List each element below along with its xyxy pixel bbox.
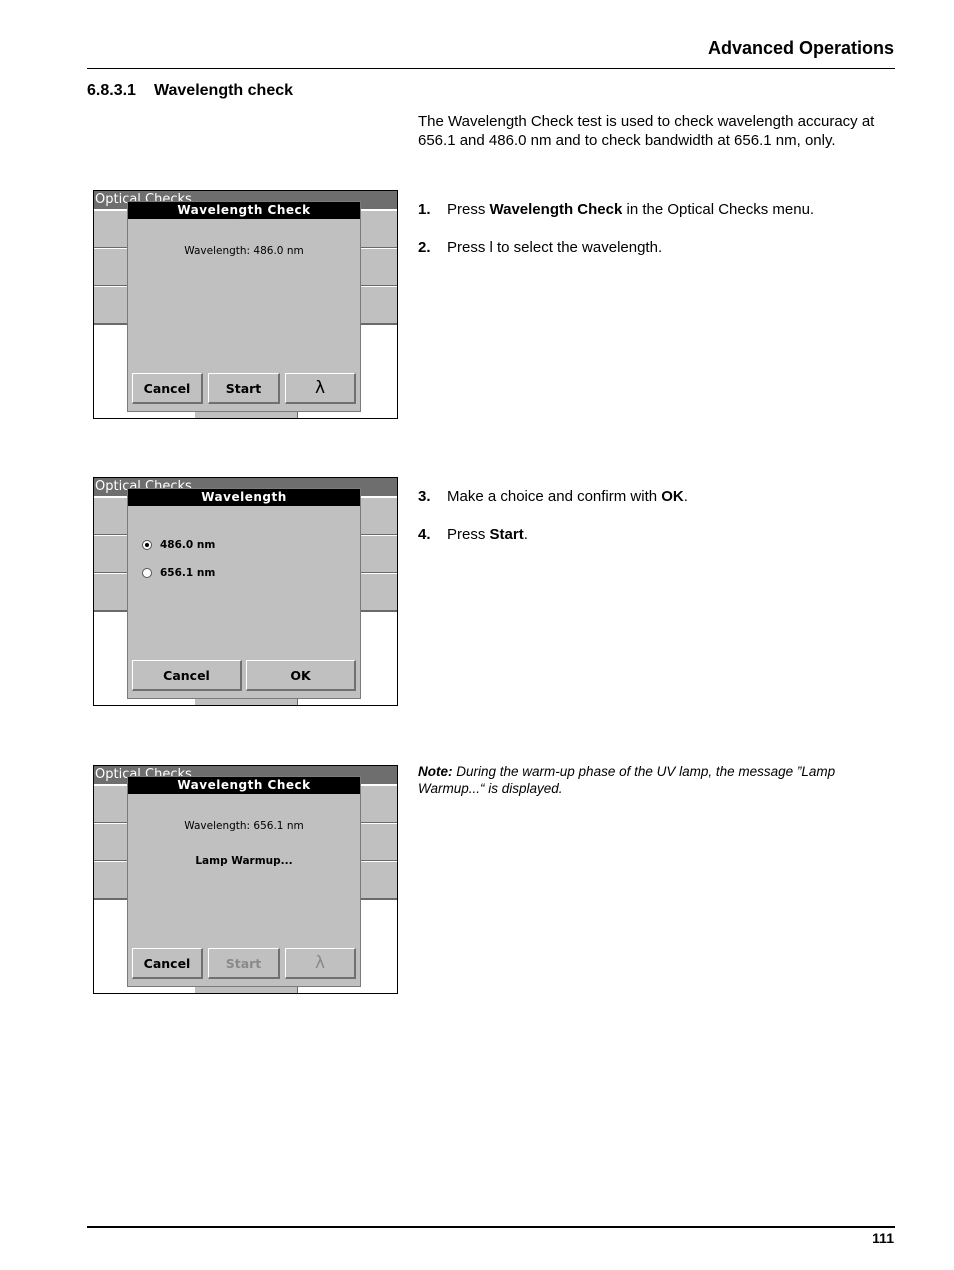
radio-selected-icon[interactable] — [142, 540, 152, 550]
side-button[interactable] — [361, 823, 397, 862]
step-item: 1. Press Wavelength Check in the Optical … — [418, 200, 898, 219]
note-label: Note: — [418, 764, 453, 779]
intro-paragraph: The Wavelength Check test is used to che… — [418, 113, 875, 149]
note-text: During the warm-up phase of the UV lamp,… — [418, 764, 836, 796]
section-heading: 6.8.3.1 Wavelength check — [87, 82, 293, 100]
lambda-icon: λ — [285, 948, 356, 979]
cancel-button[interactable]: Cancel — [132, 373, 203, 404]
wavelength-check-dialog: Wavelength Check Wavelength: 486.0 nm Ca… — [127, 201, 361, 412]
side-button[interactable] — [94, 573, 130, 612]
step-text: . — [523, 526, 528, 543]
side-button[interactable] — [361, 785, 397, 824]
cancel-button[interactable]: Cancel — [132, 660, 242, 691]
step-item: 2. Press l to select the wavelength. — [418, 238, 898, 257]
step-text: Press — [447, 201, 490, 218]
side-button[interactable] — [361, 497, 397, 536]
side-button[interactable] — [361, 535, 397, 574]
steps-group-1: 1. Press Wavelength Check in the Optical … — [418, 200, 898, 276]
dialog-title: Wavelength Check — [128, 202, 360, 219]
step-text: in the Optical Checks menu. — [622, 201, 815, 218]
wavelength-readout: Wavelength: 486.0 nm — [184, 245, 304, 257]
section-title: Wavelength check — [154, 82, 294, 99]
section-number: 6.8.3.1 — [87, 82, 136, 99]
step-number: 4. — [418, 526, 431, 543]
note-paragraph: Note: During the warm-up phase of the UV… — [418, 763, 898, 797]
option-label: 486.0 nm — [160, 539, 216, 551]
wavelength-check-dialog: Wavelength Check Wavelength: 656.1 nm La… — [127, 776, 361, 987]
step-text: Make a choice and confirm with — [447, 488, 662, 505]
device-screen-lamp-warmup: Optical Checks Wavelength Check Waveleng… — [93, 765, 398, 994]
step-text: . — [683, 488, 688, 505]
side-button[interactable] — [94, 210, 130, 249]
radio-option-486[interactable]: 486.0 nm — [142, 539, 215, 551]
wavelength-dialog: Wavelength 486.0 nm 656.1 nm Cancel OK — [127, 488, 361, 699]
step-emphasis: Start — [489, 526, 524, 543]
step-emphasis: Wavelength Check — [489, 201, 623, 218]
dialog-title: Wavelength Check — [128, 777, 360, 794]
radio-option-656[interactable]: 656.1 nm — [142, 567, 215, 579]
device-screen-wavelength-check: Optical Checks Wavelength Check Waveleng… — [93, 190, 398, 419]
step-text: Press — [447, 526, 490, 543]
side-button[interactable] — [361, 286, 397, 325]
step-number: 1. — [418, 201, 431, 218]
start-button-disabled: Start — [208, 948, 280, 979]
side-button[interactable] — [361, 861, 397, 900]
side-button[interactable] — [94, 535, 130, 574]
step-text: Press l to select the wavelength. — [447, 239, 663, 256]
start-button[interactable]: Start — [208, 373, 280, 404]
radio-unselected-icon[interactable] — [142, 568, 152, 578]
side-button[interactable] — [94, 286, 130, 325]
lambda-icon[interactable]: λ — [285, 373, 356, 404]
side-button[interactable] — [94, 497, 130, 536]
device-screen-wavelength-select: Optical Checks Wavelength 486.0 nm 656.1… — [93, 477, 398, 706]
page-number: 111 — [872, 1230, 894, 1246]
step-item: 3. Make a choice and confirm with OK. — [418, 487, 898, 506]
step-number: 3. — [418, 488, 431, 505]
footer-divider — [87, 1226, 895, 1228]
side-button[interactable] — [361, 210, 397, 249]
side-button[interactable] — [94, 248, 130, 287]
step-emphasis: OK — [661, 488, 684, 505]
step-item: 4. Press Start. — [418, 525, 898, 544]
header-divider — [87, 68, 895, 69]
lamp-warmup-status: Lamp Warmup... — [195, 855, 293, 867]
side-button[interactable] — [94, 785, 130, 824]
step-number: 2. — [418, 239, 431, 256]
side-button[interactable] — [94, 823, 130, 862]
page-header-title: Advanced Operations — [707, 38, 894, 58]
ok-button[interactable]: OK — [246, 660, 356, 691]
side-button[interactable] — [361, 248, 397, 287]
side-button[interactable] — [361, 573, 397, 612]
option-label: 656.1 nm — [160, 567, 216, 579]
steps-group-2: 3. Make a choice and confirm with OK. 4. P… — [418, 487, 898, 563]
dialog-title: Wavelength — [128, 489, 360, 506]
wavelength-readout: Wavelength: 656.1 nm — [184, 820, 304, 832]
cancel-button[interactable]: Cancel — [132, 948, 203, 979]
side-button[interactable] — [94, 861, 130, 900]
